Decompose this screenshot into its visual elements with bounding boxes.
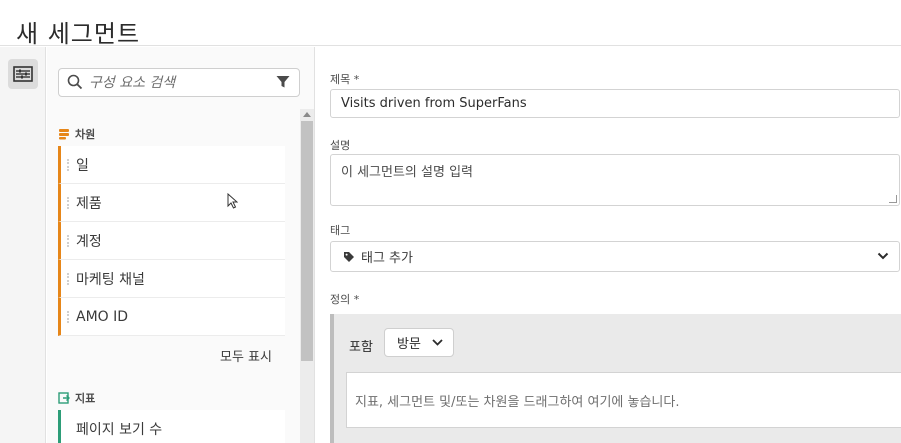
dimension-item[interactable]: 일 xyxy=(58,146,285,184)
dimensions-header: 차원 xyxy=(58,126,95,142)
description-field[interactable]: 이 세그먼트의 설명 입력 xyxy=(330,154,900,206)
dimension-item[interactable]: 제품 xyxy=(58,184,285,222)
scroll-up-arrow-icon[interactable] xyxy=(303,112,311,117)
dimensions-label: 차원 xyxy=(75,128,96,141)
metrics-label: 지표 xyxy=(75,392,96,405)
component-search[interactable] xyxy=(58,68,300,97)
tag-icon xyxy=(344,251,354,262)
segment-builder-button[interactable] xyxy=(8,59,38,89)
definition-container: 포함 방문 지표, 세그먼트 및/또는 차원을 드래그하여 여기에 놓습니다. xyxy=(330,314,901,443)
drag-handle-icon[interactable] xyxy=(67,159,69,171)
tags-label: 태그 xyxy=(330,224,351,237)
drag-handle-icon[interactable] xyxy=(67,235,69,247)
search-input[interactable] xyxy=(89,73,269,93)
title-bar: 새 세그먼트 xyxy=(0,0,901,48)
components-panel: 차원 일 제품 계정 마케팅 채널 AMO ID 모두 표시 지표 페이지 보기… xyxy=(47,47,315,443)
title-label: 제목 * xyxy=(330,73,360,86)
dimension-item[interactable]: AMO ID xyxy=(58,298,285,336)
search-icon xyxy=(67,74,83,90)
definition-label: 정의 * xyxy=(330,293,360,306)
dimension-icon xyxy=(59,129,69,140)
drop-zone-hint: 지표, 세그먼트 및/또는 차원을 드래그하여 여기에 놓습니다. xyxy=(355,394,680,410)
panel-scrollbar[interactable] xyxy=(300,109,314,443)
description-placeholder: 이 세그먼트의 설명 입력 xyxy=(341,165,473,180)
description-label: 설명 xyxy=(330,139,351,152)
segment-builder-icon xyxy=(13,66,33,82)
metric-list: 페이지 보기 수 xyxy=(58,410,285,443)
show-all-link[interactable]: 모두 표시 xyxy=(220,346,272,365)
dimension-list: 일 제품 계정 마케팅 채널 AMO ID xyxy=(58,146,285,336)
metrics-header: 지표 xyxy=(58,390,95,406)
drag-handle-icon[interactable] xyxy=(67,197,69,209)
resize-grip-icon[interactable] xyxy=(889,195,897,203)
mouse-cursor-icon xyxy=(227,193,238,209)
filter-icon[interactable] xyxy=(276,75,290,89)
container-type-value: 방문 xyxy=(397,337,421,352)
container-type-dropdown[interactable]: 방문 xyxy=(384,328,454,357)
segment-form: 제목 * Visits driven from SuperFans 설명 이 세… xyxy=(316,47,901,443)
metric-icon xyxy=(58,392,70,404)
left-rail xyxy=(0,47,46,443)
title-field[interactable]: Visits driven from SuperFans xyxy=(330,89,900,118)
tags-placeholder: 태그 추가 xyxy=(361,251,413,266)
tags-dropdown[interactable]: 태그 추가 xyxy=(330,241,900,272)
drag-handle-icon[interactable] xyxy=(67,311,69,323)
chevron-down-icon xyxy=(432,339,443,346)
definition-drop-zone[interactable]: 지표, 세그먼트 및/또는 차원을 드래그하여 여기에 놓습니다. xyxy=(346,372,901,428)
page-title: 새 세그먼트 xyxy=(16,20,141,48)
include-label: 포함 xyxy=(349,340,373,355)
chevron-down-icon xyxy=(877,252,889,260)
drag-handle-icon[interactable] xyxy=(67,273,69,285)
metric-item[interactable]: 페이지 보기 수 xyxy=(58,410,285,443)
scrollbar-thumb[interactable] xyxy=(301,121,313,361)
dimension-item[interactable]: 계정 xyxy=(58,222,285,260)
dimension-item[interactable]: 마케팅 채널 xyxy=(58,260,285,298)
